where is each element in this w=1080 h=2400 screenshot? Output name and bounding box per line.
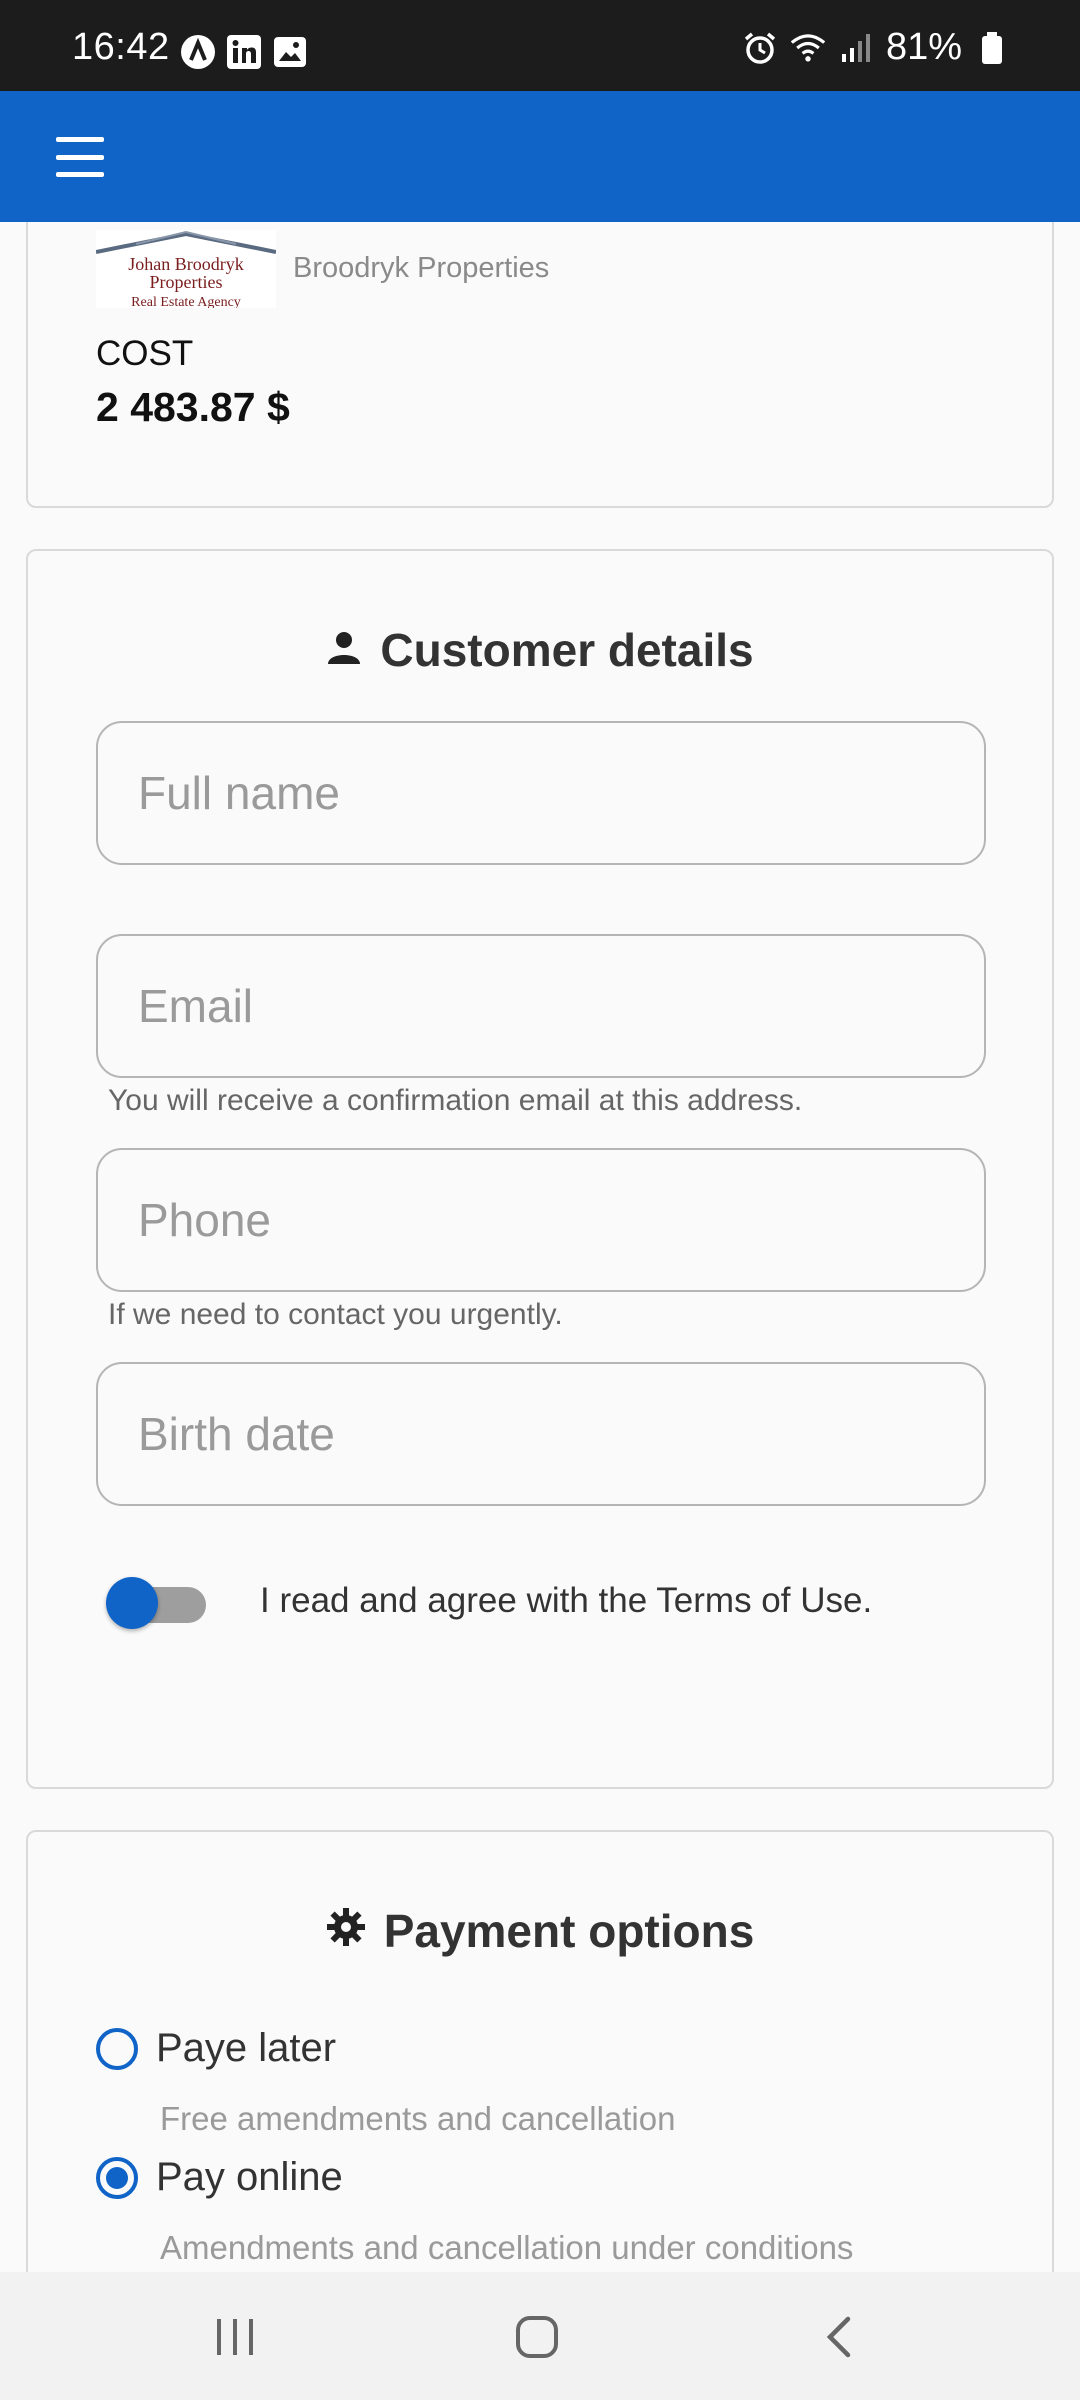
pay-online-description: Amendments and cancellation under condit… [160,2229,854,2266]
phone-helper-text: If we need to contact you urgently. [108,1298,563,1331]
email-field[interactable] [96,934,986,1078]
pay-later-label: Paye later [156,2026,337,2070]
radio-unchecked-icon[interactable] [96,2027,138,2070]
wifi-icon [790,30,826,66]
person-icon [326,623,362,677]
full-name-field[interactable] [96,721,986,865]
svg-text:Properties: Properties [150,272,223,292]
recent-apps-icon[interactable] [195,2302,275,2372]
birth-date-field[interactable] [96,1362,986,1506]
phone-input[interactable] [136,1192,984,1248]
payment-options-heading: Payment options [28,1904,1052,1958]
svg-text:Johan Broodryk: Johan Broodryk [128,254,244,274]
app-bar [0,91,1080,222]
alarm-icon [742,30,778,66]
birth-date-input[interactable] [136,1406,984,1462]
home-icon[interactable] [497,2302,577,2372]
app-notification-icon [180,34,216,70]
status-system-icons: 81% [742,26,1010,69]
battery-icon [974,30,1010,66]
page-content[interactable]: Johan Broodryk Properties Real Estate Ag… [0,222,1080,2272]
pay-later-description: Free amendments and cancellation [160,2100,676,2137]
payment-options-title: Payment options [383,1905,755,1957]
pay-online-label: Pay online [156,2155,343,2199]
email-input[interactable] [136,978,984,1034]
linkedin-icon [226,34,262,70]
status-notification-icons [180,34,308,70]
cost-label: COST [96,334,194,373]
gear-icon [326,1904,366,1958]
property-summary-card: Johan Broodryk Properties Real Estate Ag… [26,222,1054,508]
customer-details-title: Customer details [380,624,754,676]
radio-pay-later[interactable]: Paye later [96,2026,336,2071]
battery-percentage: 81% [885,26,962,68]
terms-toggle[interactable] [106,1569,216,1629]
email-helper-text: You will receive a confirmation email at… [108,1084,803,1117]
terms-label[interactable]: I read and agree with the Terms of Use. [260,1581,872,1621]
customer-details-heading: Customer details [28,623,1052,677]
radio-checked-icon[interactable] [96,2156,138,2199]
payment-options-card: Payment options Paye later Free amendmen… [26,1830,1054,2272]
svg-text:Real Estate Agency: Real Estate Agency [131,295,241,308]
full-name-input[interactable] [136,765,984,821]
cost-value: 2 483.87 $ [96,384,290,430]
image-icon [272,34,308,70]
agency-logo: Johan Broodryk Properties Real Estate Ag… [96,230,276,308]
status-bar: 16:42 81% [0,0,1080,91]
agency-name: Broodryk Properties [293,252,550,284]
back-icon[interactable] [800,2302,880,2372]
customer-details-card: Customer details You will receive a conf… [26,549,1054,1789]
system-nav-bar [0,2272,1080,2400]
phone-field[interactable] [96,1148,986,1292]
radio-pay-online[interactable]: Pay online [96,2155,343,2200]
signal-icon [838,30,874,66]
status-time: 16:42 [72,26,170,68]
hamburger-menu-icon[interactable] [56,137,112,177]
terms-toggle-knob [106,1577,158,1629]
